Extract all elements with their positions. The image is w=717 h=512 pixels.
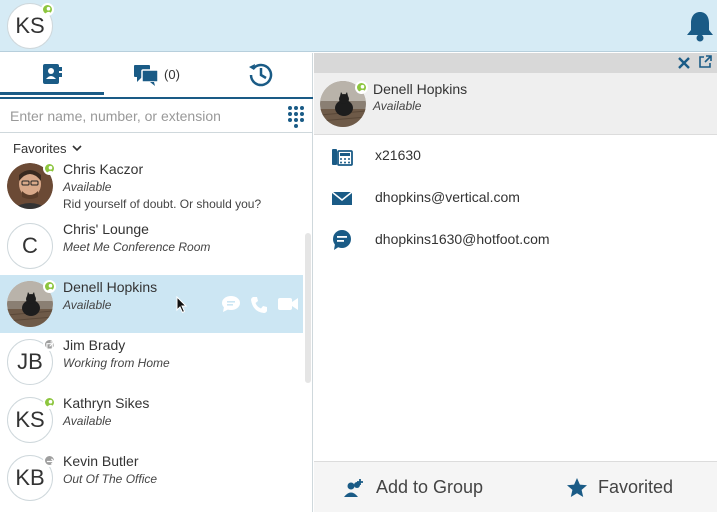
- contact-status: Out Of The Office: [63, 472, 158, 486]
- chat-icon[interactable]: [221, 295, 241, 313]
- contact-initials: KS: [15, 407, 45, 432]
- contact-name: Denell Hopkins: [63, 279, 158, 295]
- contact-status: Working from Home: [63, 356, 170, 370]
- contact-detail-panel: Denell Hopkins Available x21630 dhopkins…: [314, 53, 717, 512]
- contact-status: Available: [63, 180, 112, 194]
- detail-name: Denell Hopkins: [373, 81, 468, 97]
- contact-row[interactable]: Chris Kaczor Available Rid yourself of d…: [0, 157, 303, 217]
- contact-name: Chris Kaczor: [63, 161, 144, 177]
- contact-status: Available: [63, 298, 112, 312]
- contact-row[interactable]: KB Kevin Butler Out Of The Office: [0, 449, 303, 507]
- phone-icon[interactable]: [249, 295, 269, 315]
- available-status-icon: [43, 162, 56, 175]
- contacts-book-icon: [43, 64, 63, 84]
- chat-bubbles-icon: [134, 65, 159, 86]
- top-bar: KS: [0, 0, 717, 52]
- favorites-dropdown[interactable]: Favorites: [13, 141, 83, 156]
- contact-initials: C: [22, 233, 38, 258]
- available-status-icon: [43, 396, 56, 409]
- add-to-group-button[interactable]: Add to Group: [344, 462, 483, 512]
- contact-status: Meet Me Conference Room: [63, 240, 211, 254]
- favorited-label: Favorited: [598, 477, 674, 497]
- favorited-button[interactable]: Favorited: [566, 462, 673, 512]
- left-panel: (0) Favorites: [0, 53, 313, 512]
- contact-avatar: C: [7, 223, 53, 269]
- extension-row[interactable]: x21630: [314, 137, 717, 173]
- tab-chats[interactable]: (0): [104, 53, 208, 95]
- add-group-icon: [344, 478, 363, 497]
- desk-phone-icon: [332, 149, 353, 166]
- out-of-office-status-icon: [43, 454, 56, 467]
- contact-row[interactable]: KS Kathryn Sikes Available: [0, 391, 303, 449]
- contact-list-scrollbar[interactable]: [305, 233, 311, 383]
- close-icon[interactable]: [677, 56, 691, 70]
- email-row[interactable]: dhopkins@vertical.com: [314, 179, 717, 215]
- detail-header: Denell Hopkins Available: [314, 73, 717, 135]
- my-initials: KS: [15, 13, 45, 38]
- popout-icon[interactable]: [698, 55, 712, 69]
- contact-row-selected[interactable]: Denell Hopkins Available: [0, 275, 303, 333]
- tab-contacts[interactable]: [0, 53, 105, 95]
- favorites-label: Favorites: [13, 141, 67, 156]
- contact-name: Kathryn Sikes: [63, 395, 150, 411]
- search-bar: [0, 97, 313, 133]
- chat-address-row[interactable]: dhopkins1630@hotfoot.com: [314, 221, 717, 257]
- add-to-group-label: Add to Group: [376, 477, 484, 497]
- contact-initials: JB: [17, 349, 43, 374]
- search-input[interactable]: [0, 99, 280, 133]
- away-status-icon: [43, 338, 56, 351]
- notification-bell-icon[interactable]: [685, 10, 715, 42]
- detail-toolbar: [314, 53, 717, 73]
- contact-note: Rid yourself of doubt. Or should you?: [63, 197, 262, 211]
- detail-status: Available: [373, 99, 422, 113]
- available-status-icon: [355, 81, 368, 94]
- email-value: dhopkins@vertical.com: [375, 189, 520, 205]
- contact-name: Jim Brady: [63, 337, 126, 353]
- contact-status: Available: [63, 414, 112, 428]
- history-clock-icon: [248, 63, 273, 87]
- video-camera-icon[interactable]: [277, 295, 299, 313]
- app-window: KS (0) Enter name, number, or extension …: [0, 0, 717, 512]
- available-status-icon: [43, 280, 56, 293]
- extension-value: x21630: [375, 147, 421, 163]
- my-status-icon: [41, 3, 54, 16]
- dialpad-icon[interactable]: [287, 105, 305, 129]
- tab-history[interactable]: [209, 53, 313, 95]
- contact-name: Chris' Lounge: [63, 221, 149, 237]
- contact-list: Chris Kaczor Available Rid yourself of d…: [0, 157, 303, 512]
- chevron-down-icon: [72, 145, 83, 152]
- contact-initials: KB: [15, 465, 45, 490]
- chat-count: (0): [164, 66, 180, 82]
- chat-bubble-icon: [333, 230, 351, 250]
- chat-address-value: dhopkins1630@hotfoot.com: [375, 231, 550, 247]
- star-icon: [567, 478, 587, 497]
- detail-actions-bar: Add to Group Favorited: [314, 461, 717, 512]
- mouse-cursor-icon: [176, 296, 188, 314]
- envelope-icon: [331, 191, 353, 205]
- contact-row[interactable]: JB Jim Brady Working from Home: [0, 333, 303, 391]
- contact-row[interactable]: C Chris' Lounge Meet Me Conference Room: [0, 217, 303, 275]
- contact-actions: [221, 295, 299, 315]
- contact-name: Kevin Butler: [63, 453, 139, 469]
- my-avatar[interactable]: KS: [7, 3, 54, 49]
- tab-bar: (0): [0, 53, 313, 95]
